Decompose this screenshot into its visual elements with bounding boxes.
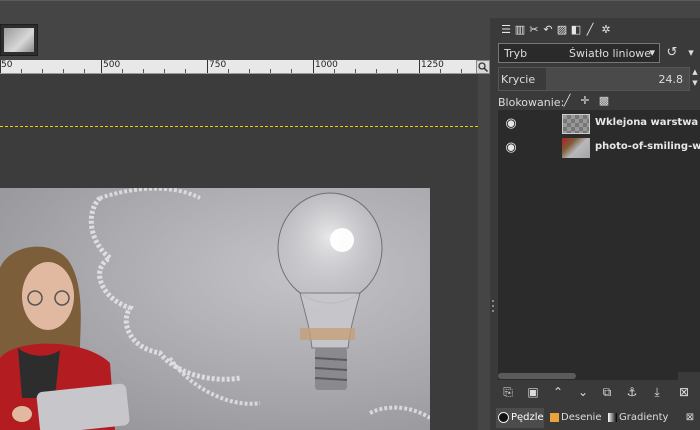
layers-icon[interactable]: ☰ xyxy=(500,24,512,36)
opacity-value: 24.8 xyxy=(658,73,684,86)
ruler-label: 500 xyxy=(103,60,121,70)
tab-label: Desenie xyxy=(561,412,602,423)
raise-layer-icon[interactable]: ⌃ xyxy=(550,384,566,400)
chevron-down-icon: ▾ xyxy=(649,46,655,59)
top-border xyxy=(0,0,700,1)
opacity-spin-buttons[interactable]: ▲ ▼ xyxy=(690,67,700,91)
brush-tab-icon xyxy=(498,411,509,423)
layer-actions-bar: ⎘ ▣ ⌃ ⌄ ⧉ ⚓ ⤓ ⊠ xyxy=(498,384,700,402)
zoom-icon[interactable] xyxy=(476,60,490,74)
reset-icon[interactable]: ↺ xyxy=(664,45,680,61)
visibility-eye-icon[interactable]: ◉ xyxy=(502,140,520,156)
new-group-icon[interactable]: ▣ xyxy=(525,384,541,400)
layer-row[interactable]: ◉ photo-of-smiling-w xyxy=(498,136,700,160)
mode-value: Światło liniowe xyxy=(569,47,652,60)
image-icon[interactable]: ▨ xyxy=(556,24,568,36)
tab-gradients[interactable]: Gradienty xyxy=(606,408,670,428)
tab-label: Pędzle xyxy=(511,412,544,423)
brush-icon[interactable]: ╱ xyxy=(584,24,596,36)
new-layer-icon[interactable]: ⎘ xyxy=(500,384,516,400)
image-tab[interactable] xyxy=(0,24,38,56)
lock-alpha-icon[interactable]: ▩ xyxy=(598,95,610,107)
canvas-vertical-scrollbar[interactable] xyxy=(478,74,490,430)
duplicate-layer-icon[interactable]: ⧉ xyxy=(599,384,615,400)
horizontal-ruler: 50 500 750 1000 1250 xyxy=(0,60,476,74)
layers-list: ◉ Wklejona warstwa #2 ◉ photo-of-smiling… xyxy=(498,110,700,372)
image-tab-thumbnail xyxy=(4,28,34,52)
ruler-label: 50 xyxy=(1,60,13,70)
merge-layer-icon[interactable]: ⤓ xyxy=(649,384,665,400)
layer-mode-select[interactable]: Tryb Światło liniowe ▾ xyxy=(498,43,660,63)
image-tab-bar xyxy=(0,18,496,58)
channels-icon[interactable]: ▥ xyxy=(514,24,526,36)
layer-thumbnail xyxy=(562,138,590,158)
visibility-eye-icon[interactable]: ◉ xyxy=(502,116,520,132)
gradient-tab-icon xyxy=(608,412,617,422)
lock-label: Blokowanie: xyxy=(498,96,565,109)
lock-position-icon[interactable]: ✛ xyxy=(579,95,591,107)
layer-name: Wklejona warstwa #2 xyxy=(595,117,700,128)
tab-brushes[interactable]: Pędzle xyxy=(496,408,544,428)
anchor-layer-icon[interactable]: ⚓ xyxy=(624,384,640,400)
selection-boundary xyxy=(0,126,478,127)
paths-icon[interactable]: ✂ xyxy=(528,24,540,36)
lower-layer-icon[interactable]: ⌄ xyxy=(575,384,591,400)
lock-pixels-icon[interactable]: ╱ xyxy=(561,95,573,107)
layer-row[interactable]: ◉ Wklejona warstwa #2 xyxy=(498,112,700,136)
chevron-down-icon[interactable]: ▾ xyxy=(684,45,698,61)
opacity-slider[interactable]: Krycie 24.8 xyxy=(498,67,690,91)
opacity-label: Krycie xyxy=(501,73,536,86)
tab-label: Gradienty xyxy=(619,412,669,423)
layers-scrollbar-thumb[interactable] xyxy=(498,373,576,379)
layer-thumbnail xyxy=(562,114,590,134)
layer-name: photo-of-smiling-w xyxy=(595,141,700,152)
ruler-label: 750 xyxy=(209,60,227,70)
mode-label: Tryb xyxy=(504,47,528,60)
butterfly-icon[interactable]: ✲ xyxy=(600,24,612,36)
tab-patterns[interactable]: Desenie xyxy=(548,408,604,428)
delete-layer-icon[interactable]: ⊠ xyxy=(676,384,692,400)
pattern-tab-icon xyxy=(550,412,559,422)
bottom-dock-tabs: Pędzle Desenie Gradienty ⊠ xyxy=(496,408,700,430)
fonts-icon[interactable]: ◧ xyxy=(570,24,582,36)
dock-tab-bar: ☰ ▥ ✂ ↶ ▨ ◧ ╱ ✲ xyxy=(496,22,700,40)
lock-row: Blokowanie: ╱ ✛ ▩ xyxy=(498,95,700,110)
canvas-image[interactable] xyxy=(0,188,430,430)
tab-menu-icon[interactable]: ⊠ xyxy=(684,408,696,428)
undo-history-icon[interactable]: ↶ xyxy=(542,24,554,36)
